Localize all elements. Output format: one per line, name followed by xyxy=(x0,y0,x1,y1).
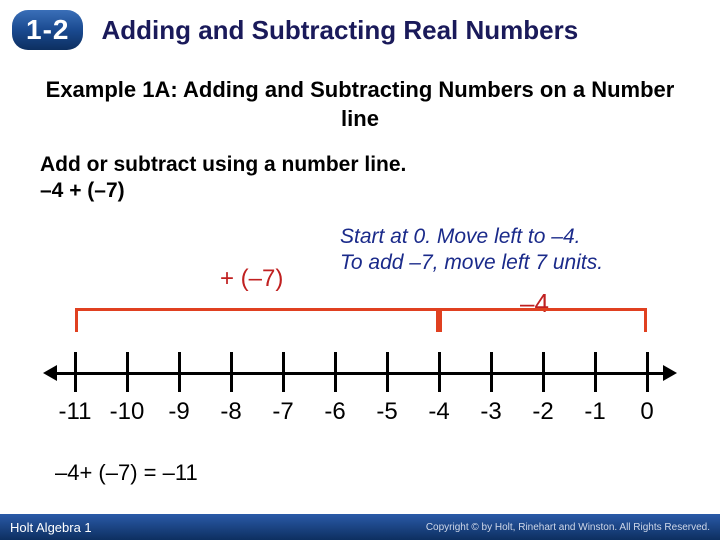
result-equation: –4+ (–7) = –11 xyxy=(55,460,198,486)
jump-bracket-seven xyxy=(75,308,439,332)
hint-line-1: Start at 0. Move left to –4. xyxy=(340,225,580,248)
tick-label: -3 xyxy=(480,398,501,426)
jump-bracket-four xyxy=(439,308,647,332)
tick-mark xyxy=(74,352,77,392)
tick-mark xyxy=(178,352,181,392)
instruction-text: Add or subtract using a number line. xyxy=(40,153,720,177)
tick-mark xyxy=(126,352,129,392)
tick-label: -7 xyxy=(272,398,293,426)
section-number-badge: 1-2 xyxy=(12,10,83,50)
hint-line-2: To add –7, move left 7 units. xyxy=(340,251,603,274)
tick-label: -8 xyxy=(220,398,241,426)
hint-text: Start at 0. Move left to –4. To add –7, … xyxy=(340,224,603,277)
tick-label: -5 xyxy=(376,398,397,426)
tick-mark xyxy=(386,352,389,392)
tick-mark xyxy=(230,352,233,392)
tick-mark xyxy=(438,352,441,392)
tick-mark xyxy=(490,352,493,392)
number-line-diagram: -11-10-9-8-7-6-5-4-3-2-10 xyxy=(55,290,665,440)
expression-text: –4 + (–7) xyxy=(40,179,720,203)
tick-mark xyxy=(594,352,597,392)
number-line-axis xyxy=(55,372,665,375)
tick-label: 0 xyxy=(640,398,653,426)
chapter-title: Adding and Subtracting Real Numbers xyxy=(101,15,578,46)
tick-label: -9 xyxy=(168,398,189,426)
tick-mark xyxy=(334,352,337,392)
tick-label: -10 xyxy=(110,398,145,426)
tick-label: -1 xyxy=(584,398,605,426)
tick-label: -6 xyxy=(324,398,345,426)
tick-label: -4 xyxy=(428,398,449,426)
operation-label: + (–7) xyxy=(220,265,283,293)
example-title: Example 1A: Adding and Subtracting Numbe… xyxy=(30,76,690,133)
slide-header: 1-2 Adding and Subtracting Real Numbers xyxy=(0,0,720,58)
tick-mark xyxy=(282,352,285,392)
tick-label: -2 xyxy=(532,398,553,426)
tick-mark xyxy=(646,352,649,392)
tick-mark xyxy=(542,352,545,392)
footer-copyright: Copyright © by Holt, Rinehart and Winsto… xyxy=(426,522,710,533)
footer-book-title: Holt Algebra 1 xyxy=(10,520,92,535)
tick-label: -11 xyxy=(59,398,92,426)
slide-footer: Holt Algebra 1 Copyright © by Holt, Rine… xyxy=(0,514,720,540)
